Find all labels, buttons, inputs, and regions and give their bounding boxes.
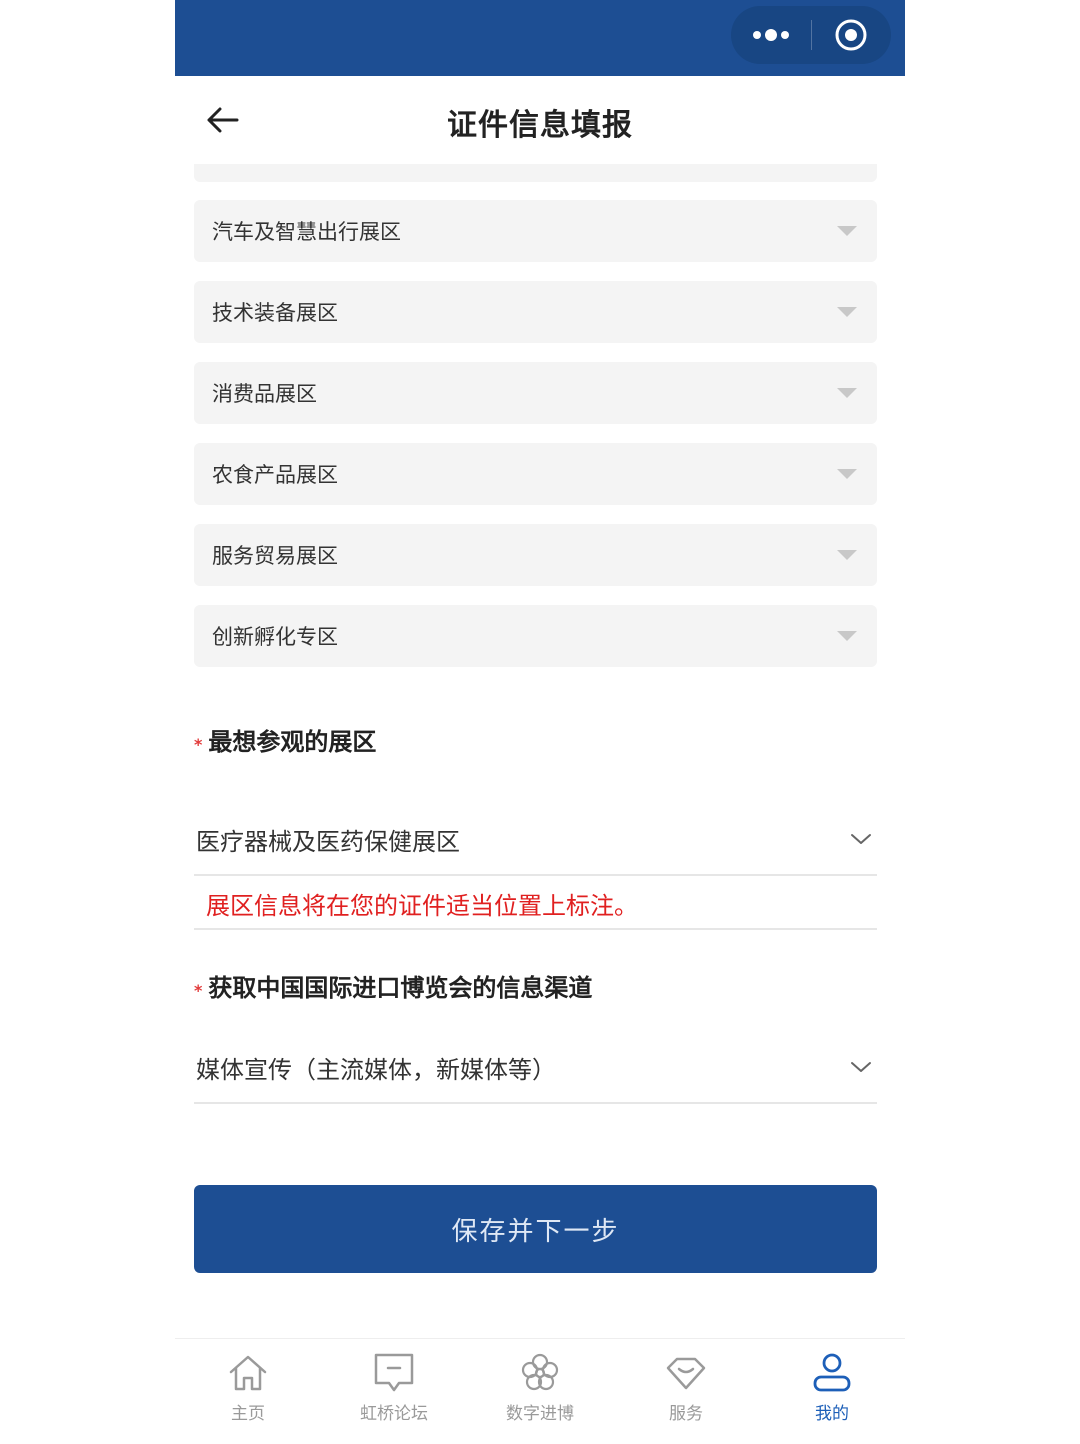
- bottom-tab-bar: 主页 虹桥论坛 数字进博 服务 我的: [175, 1338, 905, 1444]
- mini-program-top-bar: [175, 0, 905, 76]
- triangle-down-icon: [837, 307, 857, 317]
- info-channel-label: * 获取中国国际进口博览会的信息渠道: [194, 968, 592, 1003]
- info-channel-select[interactable]: 媒体宣传（主流媒体，新媒体等）: [194, 1036, 877, 1098]
- triangle-down-icon: [837, 550, 857, 560]
- hall-item-label: 农食产品展区: [212, 463, 338, 487]
- triangle-down-icon: [837, 469, 857, 479]
- close-miniprogram-button[interactable]: [812, 6, 892, 64]
- hall-item-innovation-incubation[interactable]: 创新孵化专区: [194, 605, 877, 667]
- hall-item-agri-food[interactable]: 农食产品展区: [194, 443, 877, 505]
- target-close-icon: [835, 19, 867, 51]
- chevron-down-icon: [851, 834, 871, 844]
- info-channel-label-text: 获取中国国际进口博览会的信息渠道: [208, 974, 593, 1002]
- nav-bar: 证件信息填报: [175, 76, 905, 164]
- info-channel-value: 媒体宣传（主流媒体，新媒体等）: [196, 1055, 556, 1084]
- hall-item-trade-services[interactable]: 服务贸易展区: [194, 524, 877, 586]
- tab-digital-expo[interactable]: 数字进博: [467, 1339, 613, 1444]
- favorite-hall-label-text: 最想参观的展区: [208, 728, 377, 756]
- divider: [194, 874, 877, 876]
- triangle-down-icon: [837, 631, 857, 641]
- home-icon: [229, 1355, 267, 1391]
- tab-label: 数字进博: [506, 1404, 574, 1424]
- chat-bubble-icon: [374, 1353, 414, 1392]
- more-menu-button[interactable]: [731, 6, 811, 64]
- hall-item-label: 汽车及智慧出行展区: [212, 220, 401, 244]
- required-mark: *: [194, 735, 203, 754]
- favorite-hall-value: 医疗器械及医药保健展区: [196, 827, 460, 856]
- hall-item-consumer-goods[interactable]: 消费品展区: [194, 362, 877, 424]
- triangle-down-icon: [837, 388, 857, 398]
- hall-item-label: 技术装备展区: [212, 301, 338, 325]
- divider: [194, 928, 877, 930]
- hall-item-label: 消费品展区: [212, 382, 317, 406]
- tab-mine[interactable]: 我的: [759, 1339, 905, 1444]
- tab-label: 我的: [815, 1404, 849, 1424]
- tab-home[interactable]: 主页: [175, 1339, 321, 1444]
- hall-item-label: 服务贸易展区: [212, 544, 338, 568]
- required-mark: *: [194, 981, 203, 1000]
- tab-label: 虹桥论坛: [360, 1404, 428, 1424]
- diamond-icon: [666, 1357, 706, 1390]
- partial-hall-item: [194, 164, 877, 182]
- triangle-down-icon: [837, 226, 857, 236]
- mini-program-capsule: [731, 6, 891, 64]
- tab-hongqiao-forum[interactable]: 虹桥论坛: [321, 1339, 467, 1444]
- flower-icon: [521, 1353, 559, 1391]
- phone-screen: 证件信息填报 汽车及智慧出行展区 技术装备展区 消费品展区 农食产品展区 服务贸…: [175, 0, 905, 1443]
- tab-label: 主页: [231, 1404, 265, 1424]
- favorite-hall-note: 展区信息将在您的证件适当位置上标注。: [206, 892, 638, 920]
- user-icon: [813, 1353, 851, 1392]
- page-title: 证件信息填报: [447, 108, 633, 143]
- favorite-hall-select[interactable]: 医疗器械及医药保健展区: [194, 808, 877, 870]
- tab-label: 服务: [669, 1404, 703, 1424]
- chevron-down-icon: [851, 1062, 871, 1072]
- favorite-hall-label: * 最想参观的展区: [194, 722, 376, 757]
- more-dots-icon: [752, 29, 789, 41]
- hall-item-auto[interactable]: 汽车及智慧出行展区: [194, 200, 877, 262]
- tab-services[interactable]: 服务: [613, 1339, 759, 1444]
- hall-select-list: 汽车及智慧出行展区 技术装备展区 消费品展区 农食产品展区 服务贸易展区 创新孵…: [194, 200, 877, 686]
- hall-item-label: 创新孵化专区: [212, 625, 338, 649]
- save-and-next-button[interactable]: 保存并下一步: [194, 1185, 877, 1273]
- divider: [194, 1102, 877, 1104]
- hall-item-tech-equipment[interactable]: 技术装备展区: [194, 281, 877, 343]
